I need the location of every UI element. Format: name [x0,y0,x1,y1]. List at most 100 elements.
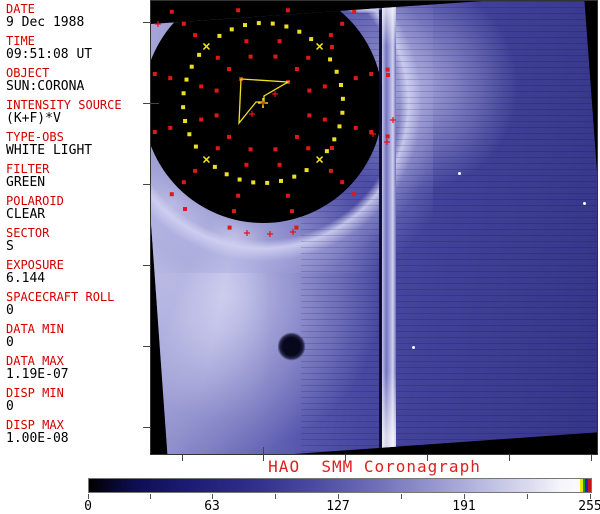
fiducial-dot-yellow [189,64,194,69]
fiducial-dot-yellow [181,91,186,96]
fiducial-dot-yellow [193,144,198,149]
fiducial-dot-red [215,146,220,151]
fiducial-dot-yellow [243,23,248,28]
fiducial-dot-yellow [297,29,302,34]
fiducial-dot-red [289,209,294,214]
fiducial-dot-red [169,9,174,14]
fiducial-dot-red [248,147,253,152]
fiducial-dot-red [353,76,358,81]
fiducial-dot-red [273,147,278,152]
fiducial-dot-red [294,67,299,72]
fiducial-dot-yellow [334,69,339,74]
frame-tick [143,346,151,347]
fiducial-dot-yellow [265,180,270,185]
field-label: DISP MAX [6,418,64,432]
fiducial-dot-yellow [184,77,189,82]
metadata-field: FILTER GREEN [6,162,150,190]
fiducial-dot-red [227,225,232,230]
smm-coronagraph-display: { "sidebar": { "fields": [ {"label": "DA… [0,0,600,514]
field-label: DATA MIN [6,322,64,336]
metadata-field: DATE 9 Dec 1988 [6,2,150,30]
frame-tick [427,455,428,461]
fiducial-dot-yellow [229,27,234,32]
field-label: FILTER [6,162,50,176]
fiducial-cross-yellow [202,42,210,50]
fiducial-dot-yellow [338,83,343,88]
frame-tick-cross [263,447,264,461]
fiducial-dot-red [273,54,278,59]
fiducial-dot-red [181,21,186,26]
field-value: 0 [6,335,14,350]
fiducial-dot-yellow [217,33,222,38]
frame-tick [143,427,151,428]
field-value: SUN:CORONA [6,79,85,94]
fiducial-dot-red [232,209,237,214]
field-label: OBJECT [6,66,50,80]
fiducial-dot-yellow [340,96,345,101]
fiducial-dot-red [168,125,173,130]
colorbar-minor-tick [401,494,402,499]
fiducial-dot-yellow [292,174,297,179]
fiducial-dot-yellow [328,57,333,62]
frame-tick [143,22,151,23]
fiducial-dot-red [227,134,232,139]
field-value: 1.00E-08 [6,431,69,446]
frame-tick [509,455,510,461]
fiducial-cross-yellow [316,156,324,164]
fiducial-dot-yellow [270,21,275,26]
fiducial-dot-yellow [324,149,329,154]
metadata-field: SPACECRAFT ROLL 0 [6,290,150,318]
colorbar-minor-tick [150,494,151,499]
fiducial-dot-yellow [278,178,283,183]
metadata-field: POLAROID CLEAR [6,194,150,222]
frame-tick-cross [143,103,159,104]
metadata-field: TIME 09:51:08 UT [6,34,150,62]
coronagraph-image-viewport [150,0,598,455]
fiducial-dot-red [369,72,374,77]
metadata-field: TYPE-OBS WHITE LIGHT [6,130,150,158]
fiducial-dot-red [386,73,390,77]
fiducial-dot-red [307,88,312,93]
fiducial-dot-red [152,129,157,134]
fiducial-plus-red [290,229,296,235]
fiducial-dot-yellow [337,124,342,129]
fiducial-dot-red [330,146,334,150]
fiducial-dot-yellow [251,180,256,185]
fiducial-dot-red [199,117,204,122]
fiducial-overlay [152,8,396,237]
fiducial-dot-red [214,88,219,93]
field-value: (K+F)*V [6,111,61,126]
fiducial-dot-red [285,193,290,198]
fiducial-dot-red [322,117,327,122]
fiducial-plus-red [384,139,390,145]
field-value: 6.144 [6,271,46,286]
fiducial-dot-yellow [212,164,217,169]
fiducial-dot-red [214,113,219,118]
fiducial-cross-yellow [316,42,324,50]
fiducial-dot-red [328,33,333,38]
field-label: POLAROID [6,194,64,208]
metadata-field: DISP MAX 1.00E-08 [6,418,150,446]
fiducial-dot-red [353,125,358,130]
metadata-field: EXPOSURE 6.144 [6,258,150,286]
fiducial-dot-yellow [332,137,337,142]
frame-tick [591,455,592,461]
fiducial-dot-red [236,193,241,198]
fiducial-dot-red [328,168,333,173]
fiducial-dot-red [306,55,311,60]
fiducial-dot-red [236,8,241,13]
metadata-field: DATA MAX 1.19E-07 [6,354,150,382]
field-value: CLEAR [6,207,46,222]
fiducial-dot-yellow [187,132,192,137]
fiducial-dot-red [294,134,299,139]
field-value: WHITE LIGHT [6,143,93,158]
fiducial-dot-red [244,39,249,44]
fiducial-dot-red [294,225,299,230]
field-value: GREEN [6,175,46,190]
image-title: HAO SMM Coronagraph [268,457,481,476]
fiducial-dot-yellow [340,110,345,115]
fiducial-dot-red [193,168,198,173]
fiducial-dot-red [385,134,390,139]
field-label: TIME [6,34,35,48]
metadata-field: INTENSITY SOURCE (K+F)*V [6,98,150,126]
